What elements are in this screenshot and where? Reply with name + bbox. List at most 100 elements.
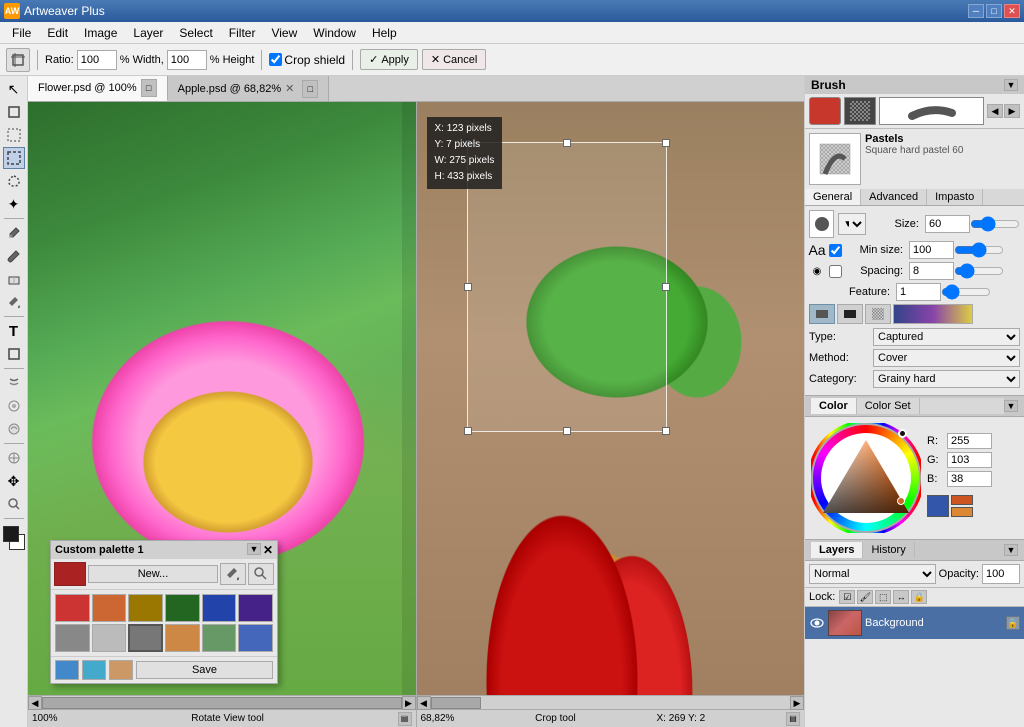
- color-panel-menu[interactable]: ▼: [1004, 400, 1018, 412]
- brush-panel-menu[interactable]: ▼: [1004, 79, 1018, 91]
- layer-lock-icon[interactable]: 🔒: [1006, 616, 1020, 630]
- brush-tab-general[interactable]: General: [805, 189, 861, 205]
- tool-fill[interactable]: [3, 291, 25, 313]
- cancel-button[interactable]: ✕ Cancel: [422, 49, 486, 70]
- tool-crop[interactable]: [3, 101, 25, 123]
- palette-color-10[interactable]: [202, 624, 237, 652]
- width-input[interactable]: [167, 50, 207, 70]
- palette-current-color[interactable]: [54, 562, 86, 586]
- r-input[interactable]: [947, 433, 992, 449]
- color-tab-colorset[interactable]: Color Set: [857, 398, 920, 414]
- palette-header[interactable]: Custom palette 1 ▼ ✕: [51, 541, 277, 559]
- palette-search-icon-btn[interactable]: [248, 563, 274, 585]
- spacing-slider[interactable]: [954, 264, 1004, 278]
- apple-scroll-right[interactable]: ▶: [790, 696, 804, 710]
- palette-color-9[interactable]: [165, 624, 200, 652]
- g-input[interactable]: [947, 452, 992, 468]
- tool-text[interactable]: T: [3, 320, 25, 342]
- tool-eyedropper[interactable]: [3, 222, 25, 244]
- type-select[interactable]: Captured: [873, 328, 1020, 346]
- color-selector-dot[interactable]: [897, 497, 905, 505]
- crop-handle-bm[interactable]: [563, 427, 571, 435]
- brush-icon-2[interactable]: [837, 304, 863, 324]
- palette-save-button[interactable]: Save: [136, 661, 273, 679]
- menu-window[interactable]: Window: [305, 24, 364, 42]
- tool-select-rect[interactable]: [3, 147, 25, 169]
- swatch-orange2[interactable]: [951, 507, 973, 517]
- fg-color-box[interactable]: [3, 526, 19, 542]
- palette-new-button[interactable]: New...: [88, 565, 218, 583]
- tool-blur[interactable]: [3, 395, 25, 417]
- tool-move[interactable]: ✥: [3, 470, 25, 492]
- category-select[interactable]: Grainy hard: [873, 370, 1020, 388]
- palette-color-7[interactable]: [92, 624, 127, 652]
- crop-handle-br[interactable]: [662, 427, 670, 435]
- apply-button[interactable]: ✓ Apply: [360, 49, 418, 70]
- apple-scrollbar-h[interactable]: ◀ ▶: [417, 695, 805, 709]
- palette-close-btn[interactable]: ✕: [263, 543, 273, 557]
- palette-extra-color-0[interactable]: [55, 660, 79, 680]
- brush-prev[interactable]: ◀: [987, 104, 1003, 118]
- apple-tab-close[interactable]: ✕: [285, 82, 294, 95]
- opacity-input[interactable]: [982, 564, 1020, 584]
- method-select[interactable]: Cover: [873, 349, 1020, 367]
- flower-tab-expand[interactable]: □: [141, 79, 157, 97]
- brush-next[interactable]: ▶: [1004, 104, 1020, 118]
- brush-gradient[interactable]: [893, 304, 973, 324]
- lock-btn-1[interactable]: ☑: [839, 590, 855, 604]
- color-wheel-container[interactable]: [811, 423, 921, 533]
- layers-tab-history[interactable]: History: [863, 542, 914, 558]
- minsize-checkbox[interactable]: [829, 244, 842, 257]
- palette-menu-btn[interactable]: ▼: [247, 543, 261, 555]
- menu-file[interactable]: File: [4, 24, 39, 42]
- minsize-slider[interactable]: [954, 243, 1004, 257]
- menu-image[interactable]: Image: [76, 24, 125, 42]
- ratio-input[interactable]: [77, 50, 117, 70]
- brush-icon-1[interactable]: [809, 304, 835, 324]
- crop-handle-rm[interactable]: [662, 283, 670, 291]
- palette-color-1[interactable]: [92, 594, 127, 622]
- palette-extra-color-1[interactable]: [82, 660, 106, 680]
- crop-handle-tr[interactable]: [662, 139, 670, 147]
- flower-scroll-right[interactable]: ▶: [402, 696, 416, 710]
- tool-arrow[interactable]: ↖: [3, 78, 25, 100]
- menu-layer[interactable]: Layer: [125, 24, 171, 42]
- swatch-orange[interactable]: [951, 495, 973, 505]
- hue-selector-dot[interactable]: [898, 429, 907, 438]
- size-slider[interactable]: [970, 217, 1020, 231]
- layer-row-background[interactable]: Background 🔒: [805, 607, 1024, 639]
- flower-scroll-left[interactable]: ◀: [28, 696, 42, 710]
- tool-brush[interactable]: [3, 245, 25, 267]
- layer-visibility-eye[interactable]: [809, 615, 825, 631]
- palette-color-3[interactable]: [165, 594, 200, 622]
- feature-slider[interactable]: [941, 285, 991, 299]
- tool-clone[interactable]: [3, 447, 25, 469]
- crop-shield-checkbox[interactable]: Crop shield: [269, 53, 345, 67]
- lock-btn-5[interactable]: 🔒: [911, 590, 927, 604]
- apple-canvas-scroll[interactable]: X: 123 pixels Y: 7 pixels W: 275 pixels …: [417, 102, 805, 695]
- flower-status-icon[interactable]: ▤: [398, 712, 412, 726]
- palette-color-4[interactable]: [202, 594, 237, 622]
- tool-eraser[interactable]: [3, 268, 25, 290]
- apple-status-icon[interactable]: ▤: [786, 712, 800, 726]
- lock-btn-2[interactable]: 🖌: [857, 590, 873, 604]
- palette-color-6[interactable]: [55, 624, 90, 652]
- apple-scroll-thumb[interactable]: [431, 697, 481, 709]
- toolbar-icon-btn[interactable]: [6, 48, 30, 72]
- menu-edit[interactable]: Edit: [39, 24, 76, 42]
- b-input[interactable]: [947, 471, 992, 487]
- palette-color-0[interactable]: [55, 594, 90, 622]
- blend-mode-select[interactable]: Normal: [809, 564, 936, 584]
- color-tab-color[interactable]: Color: [811, 398, 857, 414]
- brush-icon-3[interactable]: [865, 304, 891, 324]
- flower-scrollbar-h[interactable]: ◀ ▶: [28, 695, 416, 709]
- palette-color-2[interactable]: [128, 594, 163, 622]
- menu-help[interactable]: Help: [364, 24, 405, 42]
- brush-color-preview[interactable]: [809, 97, 841, 125]
- spacing-checkbox[interactable]: [829, 265, 842, 278]
- size-icon-btn[interactable]: [809, 210, 834, 238]
- feature-input[interactable]: [896, 283, 941, 301]
- brush-style-preview[interactable]: [879, 97, 984, 125]
- tool-transform[interactable]: [3, 124, 25, 146]
- maximize-button[interactable]: □: [986, 4, 1002, 18]
